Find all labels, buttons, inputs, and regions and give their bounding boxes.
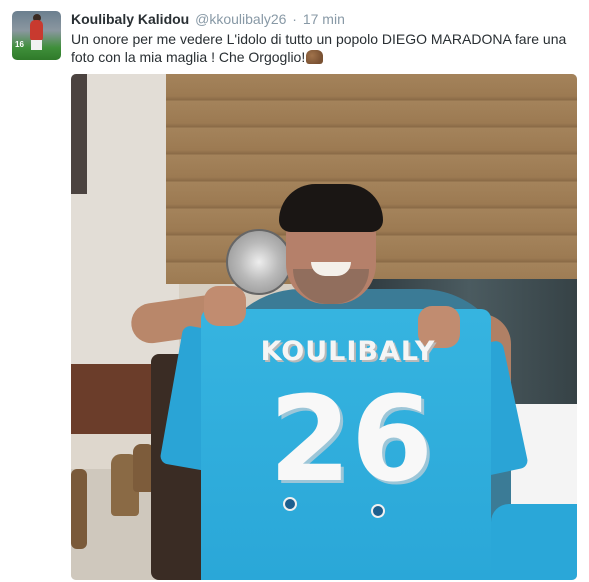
avatar-jersey-number: 16 <box>15 40 24 49</box>
photo-vase-left <box>71 469 87 549</box>
tweet-photo[interactable]: KOULIBALY 26 <box>71 74 577 580</box>
jersey-badge-1 <box>283 497 297 511</box>
user-avatar[interactable]: 16 <box>12 11 61 60</box>
tweet-card: 16 Koulibaly Kalidou @kkoulibaly26 · 17 … <box>0 0 589 582</box>
jersey-name-text: KOULIBALY <box>260 336 436 367</box>
tweet-timestamp[interactable]: 17 min <box>303 11 345 27</box>
jersey-badge-2 <box>371 504 385 518</box>
user-handle[interactable]: @kkoulibaly26 <box>195 11 286 27</box>
photo-shelf <box>71 364 161 434</box>
photo-wall-frame <box>71 74 87 194</box>
raised-hands-emoji-icon <box>306 50 324 64</box>
tweet-text-container: Un onore per me vedere L'idolo di tutto … <box>71 30 581 66</box>
avatar-jersey-shape <box>30 20 43 40</box>
jersey-number-text: 26 <box>268 370 434 508</box>
display-name[interactable]: Koulibaly Kalidou <box>71 11 189 27</box>
tweet-header: Koulibaly Kalidou @kkoulibaly26 · 17 min <box>71 11 345 29</box>
header-separator: · <box>292 11 297 27</box>
photo-left-hand <box>204 286 246 326</box>
photo-person-hair <box>279 184 383 232</box>
avatar-legs-shape <box>31 40 42 50</box>
photo-fan <box>226 229 292 295</box>
photo-second-jersey <box>491 504 577 580</box>
